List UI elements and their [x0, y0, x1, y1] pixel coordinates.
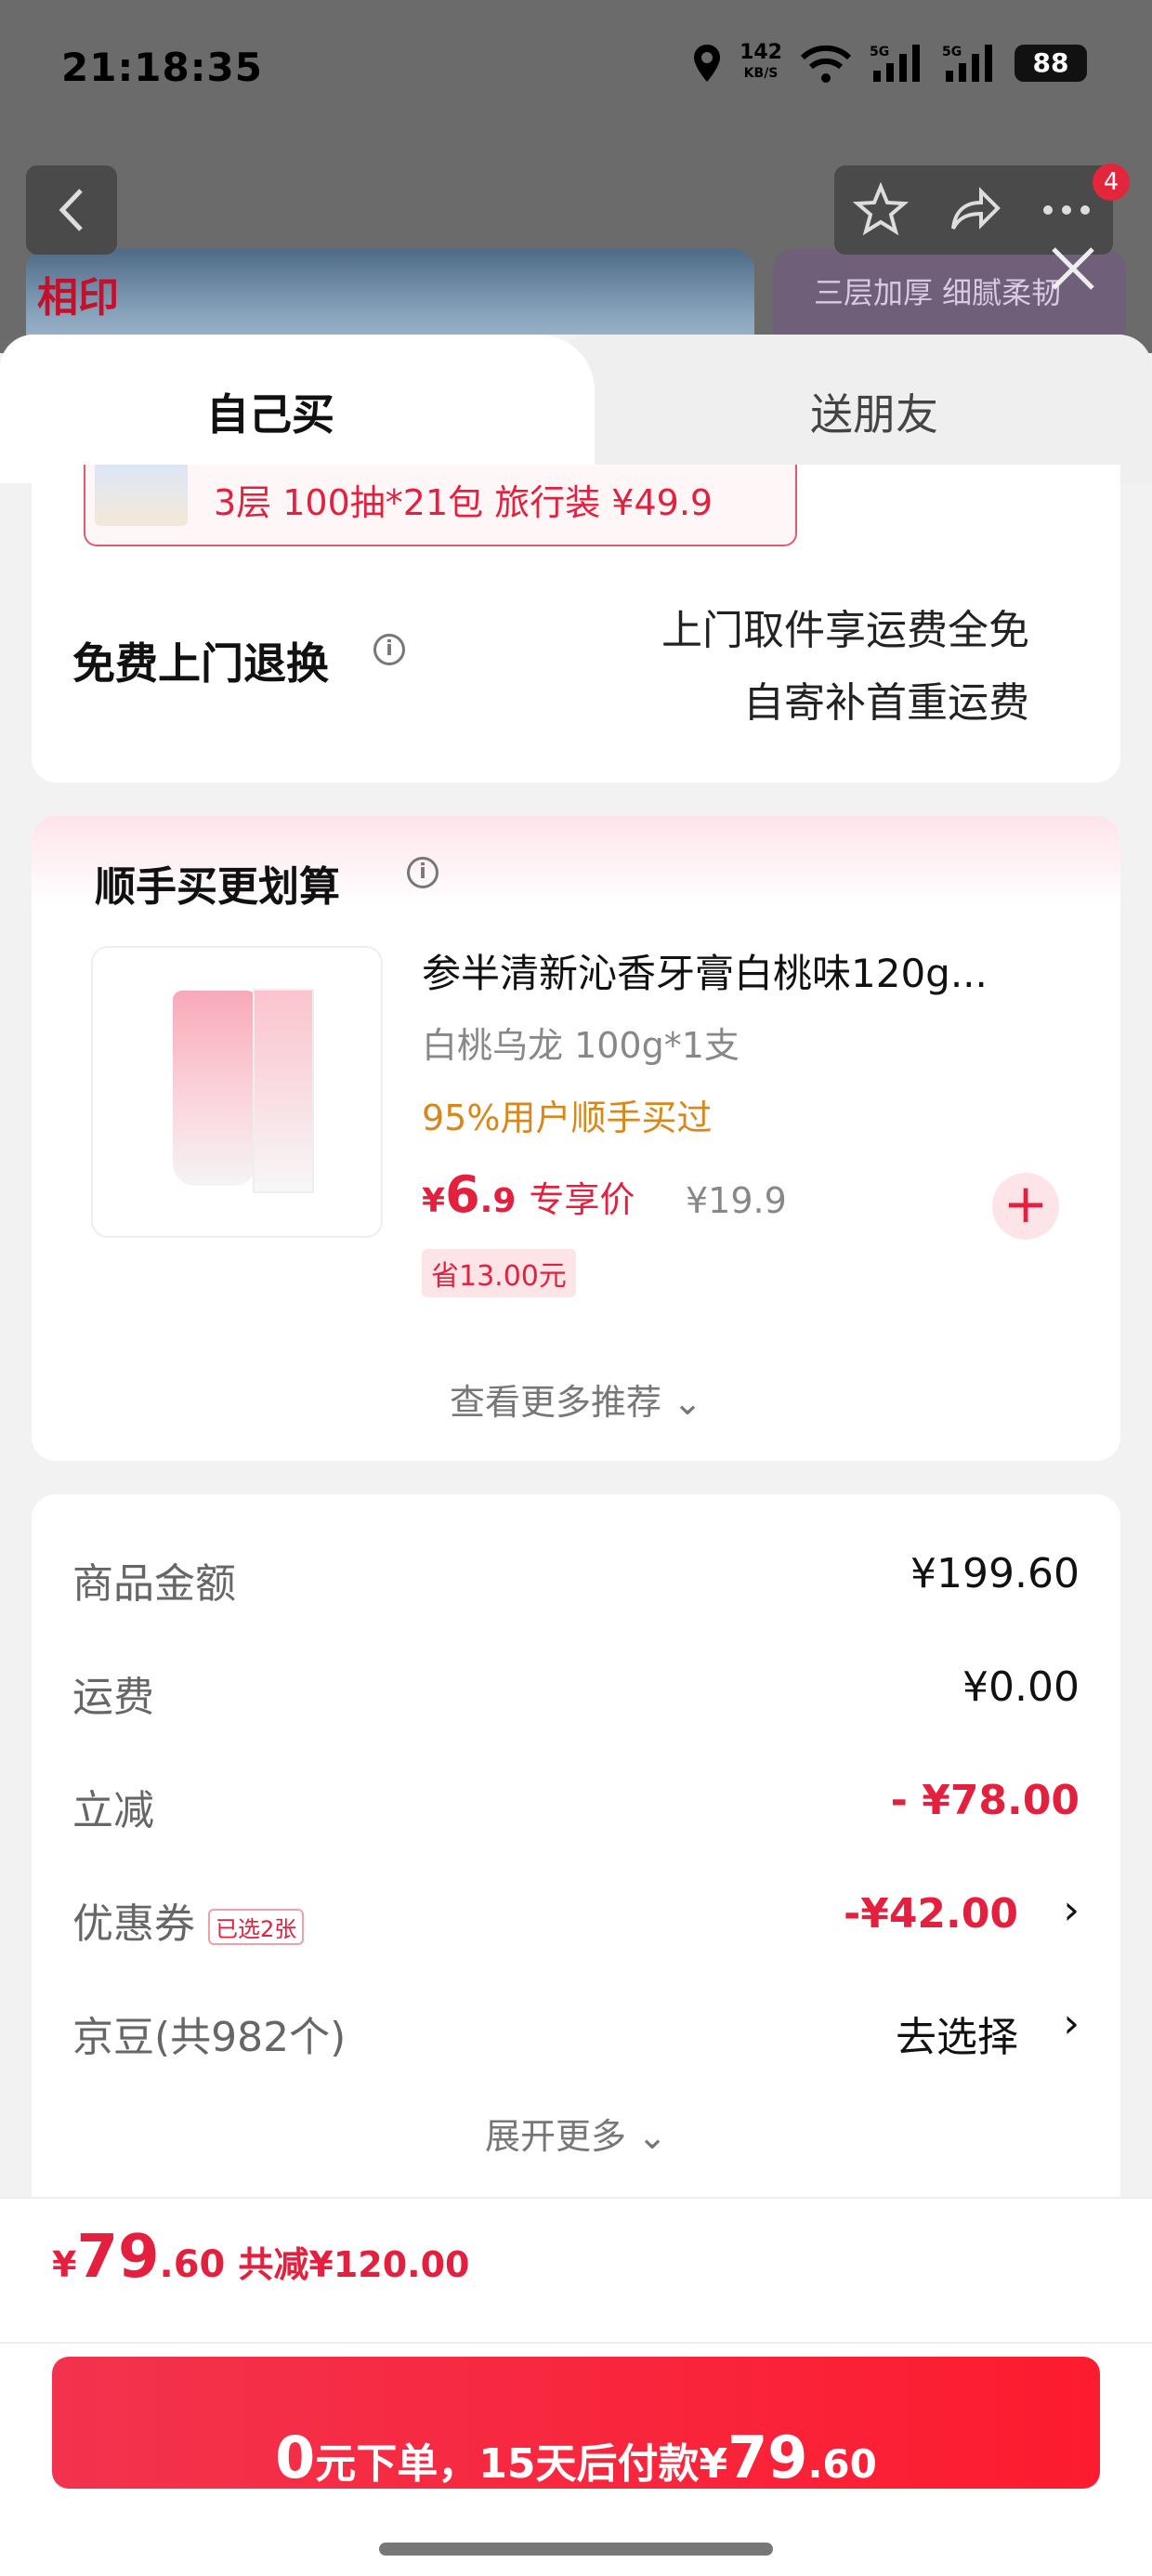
share-icon[interactable] [946, 182, 1001, 238]
info-icon[interactable]: i [407, 857, 439, 888]
more-recommendations-link[interactable]: 查看更多推荐 ⌄ [32, 1373, 1120, 1425]
tab-gift-friend-label: 送朋友 [810, 389, 938, 440]
product-buy-rate: 95%用户顺手买过 [422, 1097, 713, 1138]
product-name[interactable]: 参半清新沁香牙膏白桃味120g... [422, 942, 1072, 999]
return-info-line1: 上门取件享运费全免 [661, 607, 1029, 654]
close-icon[interactable] [1048, 243, 1098, 294]
summary-row-shipping: 运费 ¥0.00 [72, 1663, 1080, 1721]
addon-title: 顺手买更划算 [95, 863, 340, 911]
notification-badge: 4 [1093, 164, 1130, 201]
chevron-right-icon: › [1063, 2000, 1080, 2047]
star-icon[interactable] [853, 182, 909, 238]
add-to-order-button[interactable]: + [992, 1173, 1059, 1240]
coupon-count-badge: 已选2张 [208, 1908, 305, 1945]
divider [0, 2342, 1152, 2344]
home-indicator[interactable] [379, 2543, 773, 2556]
brand-logo: 相印 [37, 274, 119, 322]
battery-indicator: 88 [1015, 45, 1087, 82]
product-price: ¥6.9 专享价 [422, 1165, 635, 1224]
save-badge: 省13.00元 [422, 1249, 576, 1297]
signal-icon-2: 5G [942, 45, 992, 82]
summary-row-coupon[interactable]: 优惠券 已选2张 -¥42.00 › [72, 1883, 1080, 1948]
promo-item[interactable]: 3层 100抽*21包 旅行装 ¥49.9 [84, 465, 797, 546]
svg-text:5G: 5G [942, 45, 962, 59]
place-order-button[interactable]: 0元下单，15天后付款¥79.60 [52, 2357, 1100, 2491]
addon-card: 顺手买更划算 i 参半清新沁香牙膏白桃味120g... 白桃乌龙 100g*1支… [32, 816, 1120, 1461]
back-button[interactable] [26, 165, 117, 255]
total-discount: 共减¥120.00 [238, 2244, 470, 2285]
product-spec: 白桃乌龙 100g*1支 [422, 1025, 740, 1066]
toothpaste-box-image [253, 989, 314, 1193]
tab-gift-friend[interactable]: 送朋友 [557, 335, 1152, 483]
svg-text:5G: 5G [870, 45, 889, 59]
banner-text: 三层加厚 细腻柔韧 [814, 275, 1062, 310]
summary-row-jingdou[interactable]: 京豆(共982个) 去选择 › [72, 1996, 1080, 2061]
order-total: ¥79.60 共减¥120.00 [52, 2223, 470, 2292]
chevron-right-icon: › [1063, 1886, 1080, 1934]
signal-icon-1: 5G [870, 45, 920, 82]
info-icon[interactable]: i [373, 634, 405, 665]
toothpaste-tube-image [173, 991, 256, 1186]
price-summary-card: 商品金额 ¥199.60 运费 ¥0.00 立减 - ¥78.00 优惠券 已选2… [32, 1494, 1120, 2201]
net-speed: 142 KB/S [740, 41, 782, 82]
status-bar: 21:18:35 142 KB/S 5G 5G 88 [0, 0, 1152, 139]
tab-buy-self-label: 自己买 [206, 389, 334, 440]
more-icon[interactable] [1039, 182, 1094, 238]
tab-bar: 送朋友 自己买 [0, 335, 1152, 483]
return-service-card: 3层 100抽*21包 旅行装 ¥49.9 免费上门退换 i 上门取件享运费全免… [32, 465, 1120, 782]
chevron-left-icon [59, 189, 83, 231]
location-icon [694, 45, 721, 82]
original-price: ¥19.9 [686, 1180, 787, 1221]
return-title: 免费上门退换 [72, 638, 329, 689]
expand-more-link[interactable]: 展开更多 ⌄ [32, 2108, 1120, 2159]
product-image[interactable] [91, 946, 383, 1238]
promo-text: 3层 100抽*21包 旅行装 ¥49.9 [214, 482, 713, 523]
return-info-line2: 自寄补首重运费 [743, 679, 1029, 727]
status-icons: 142 KB/S 5G 5G 88 [691, 43, 1087, 84]
summary-row-goods: 商品金额 ¥199.60 [72, 1550, 1080, 1608]
tab-buy-self[interactable]: 自己买 [0, 335, 595, 483]
nav-actions [834, 165, 1113, 255]
summary-row-discount: 立减 - ¥78.00 [72, 1777, 1080, 1834]
status-time: 21:18:35 [61, 45, 263, 90]
wifi-icon [800, 45, 852, 83]
promo-thumbnail [95, 465, 188, 526]
price-tag: 专享价 [529, 1179, 635, 1220]
